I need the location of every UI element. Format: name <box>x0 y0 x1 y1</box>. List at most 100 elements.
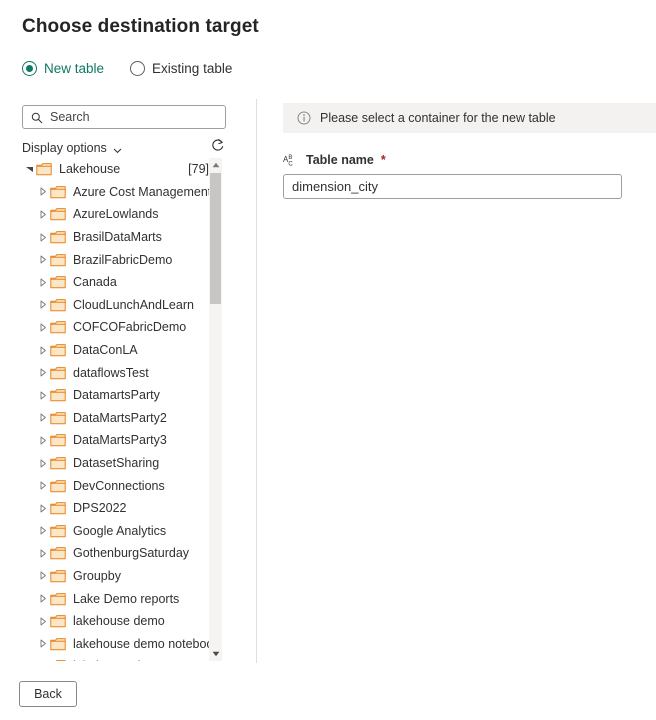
folder-icon <box>50 524 66 538</box>
folder-icon <box>50 388 66 402</box>
destination-settings-panel: Please select a container for the new ta… <box>283 103 656 199</box>
tree-row[interactable]: DatasetSharing <box>22 452 213 475</box>
tree-vertical-scrollbar[interactable] <box>209 158 222 661</box>
triangle-right-icon[interactable] <box>36 594 50 603</box>
triangle-right-icon[interactable] <box>36 255 50 264</box>
tree-row[interactable]: DataMartsParty3 <box>22 429 213 452</box>
tree-row-label: BrasilDataMarts <box>73 230 162 245</box>
workspace-tree[interactable]: Lakehouse [79] Azure Cost Management ... Az… <box>22 158 226 661</box>
refresh-button[interactable] <box>208 139 226 157</box>
tree-row[interactable]: Lake Demo reports <box>22 587 213 610</box>
triangle-right-icon[interactable] <box>36 413 50 422</box>
tree-row-label: BrazilFabricDemo <box>73 252 173 267</box>
triangle-right-icon[interactable] <box>36 504 50 513</box>
table-name-field[interactable] <box>283 174 622 199</box>
tree-row-label: lakehouse demo noteboo... <box>73 636 213 651</box>
tree-row-label: DataMartsParty3 <box>73 433 167 448</box>
triangle-right-icon[interactable] <box>36 617 50 626</box>
tree-row[interactable]: DPS2022 <box>22 497 213 520</box>
triangle-right-icon[interactable] <box>36 323 50 332</box>
tree-row-label: DPS2022 <box>73 501 127 516</box>
folder-icon <box>50 592 66 606</box>
folder-icon <box>50 207 66 221</box>
triangle-right-icon[interactable] <box>36 210 50 219</box>
triangle-right-icon[interactable] <box>36 526 50 535</box>
required-marker: * <box>380 153 386 167</box>
scroll-up-arrow-icon[interactable] <box>209 158 222 172</box>
folder-icon <box>50 569 66 583</box>
display-options-row: Display options <box>22 138 226 158</box>
triangle-right-icon[interactable] <box>36 346 50 355</box>
tree-row-label: DevConnections <box>73 478 165 493</box>
folder-icon <box>50 546 66 560</box>
scrollbar-thumb[interactable] <box>210 173 221 304</box>
folder-icon <box>50 479 66 493</box>
radio-option-new-table[interactable]: New table <box>22 61 104 76</box>
radio-indicator-existing-table <box>130 61 146 76</box>
tree-row[interactable]: BrazilFabricDemo <box>22 248 213 271</box>
destination-mode-radio-group: New table Existing table <box>22 61 232 76</box>
tree-row[interactable]: lakehouse demo semantic <box>22 655 213 661</box>
tree-row[interactable]: DataMartsParty2 <box>22 407 213 430</box>
scroll-down-arrow-icon[interactable] <box>209 647 222 661</box>
tree-row-label: lakehouse demo <box>73 614 165 629</box>
tree-row-label: Lakehouse <box>59 162 121 177</box>
tree-row-label: CloudLunchAndLearn <box>73 297 194 312</box>
tree-row[interactable]: Azure Cost Management ... <box>22 181 213 204</box>
tree-row[interactable]: Canada <box>22 271 213 294</box>
triangle-right-icon[interactable] <box>36 639 50 648</box>
folder-icon <box>50 275 66 289</box>
triangle-right-icon[interactable] <box>36 187 50 196</box>
tree-row-label: GothenburgSaturday <box>73 546 190 561</box>
tree-row[interactable]: CloudLunchAndLearn <box>22 294 213 317</box>
tree-row[interactable]: DevConnections <box>22 474 213 497</box>
tree-row[interactable]: lakehouse demo <box>22 610 213 633</box>
radio-option-existing-table[interactable]: Existing table <box>130 61 232 76</box>
folder-icon <box>50 411 66 425</box>
tree-row-label: lakehouse demo semantic <box>73 659 213 661</box>
back-button[interactable]: Back <box>19 681 77 707</box>
triangle-right-icon[interactable] <box>36 368 50 377</box>
folder-icon <box>36 162 52 176</box>
tree-row-label: Azure Cost Management ... <box>73 184 213 199</box>
tree-row-label: DataConLA <box>73 343 138 358</box>
tree-row[interactable]: AzureLowlands <box>22 203 213 226</box>
page-title: Choose destination target <box>22 16 259 37</box>
tree-row-label: DatamartsParty <box>73 388 160 403</box>
display-options-dropdown[interactable]: Display options <box>22 141 122 155</box>
tree-row[interactable]: DatamartsParty <box>22 384 213 407</box>
triangle-right-icon[interactable] <box>36 571 50 580</box>
navigator-left-panel: Display options <box>22 105 226 158</box>
tree-row[interactable]: COFCOFabricDemo <box>22 316 213 339</box>
folder-icon <box>50 366 66 380</box>
folder-icon <box>50 320 66 334</box>
tree-row-label: dataflowsTest <box>73 365 149 380</box>
tree-row[interactable]: lakehouse demo noteboo... <box>22 632 213 655</box>
folder-icon <box>50 433 66 447</box>
tree-row[interactable]: Google Analytics <box>22 520 213 543</box>
triangle-right-icon[interactable] <box>36 233 50 242</box>
tree-row[interactable]: BrasilDataMarts <box>22 226 213 249</box>
search-box[interactable] <box>22 105 226 129</box>
triangle-right-icon[interactable] <box>36 300 50 309</box>
text-type-icon: A B C <box>283 153 299 167</box>
svg-text:C: C <box>288 161 293 167</box>
tree-row[interactable]: GothenburgSaturday <box>22 542 213 565</box>
triangle-right-icon[interactable] <box>36 391 50 400</box>
triangle-right-icon[interactable] <box>36 459 50 468</box>
tree-row-lakehouse[interactable]: Lakehouse [79] <box>22 158 213 181</box>
tree-row[interactable]: dataflowsTest <box>22 361 213 384</box>
triangle-down-icon[interactable] <box>22 165 36 173</box>
tree-row-label: DataMartsParty2 <box>73 410 167 425</box>
table-name-input[interactable] <box>292 175 613 198</box>
triangle-right-icon[interactable] <box>36 481 50 490</box>
triangle-right-icon[interactable] <box>36 278 50 287</box>
tree-row[interactable]: DataConLA <box>22 339 213 362</box>
tree-row[interactable]: Groupby <box>22 565 213 588</box>
triangle-right-icon[interactable] <box>36 436 50 445</box>
triangle-right-icon[interactable] <box>36 549 50 558</box>
folder-icon <box>50 343 66 357</box>
folder-icon <box>50 456 66 470</box>
search-input[interactable] <box>50 110 217 124</box>
svg-text:B: B <box>288 155 292 161</box>
